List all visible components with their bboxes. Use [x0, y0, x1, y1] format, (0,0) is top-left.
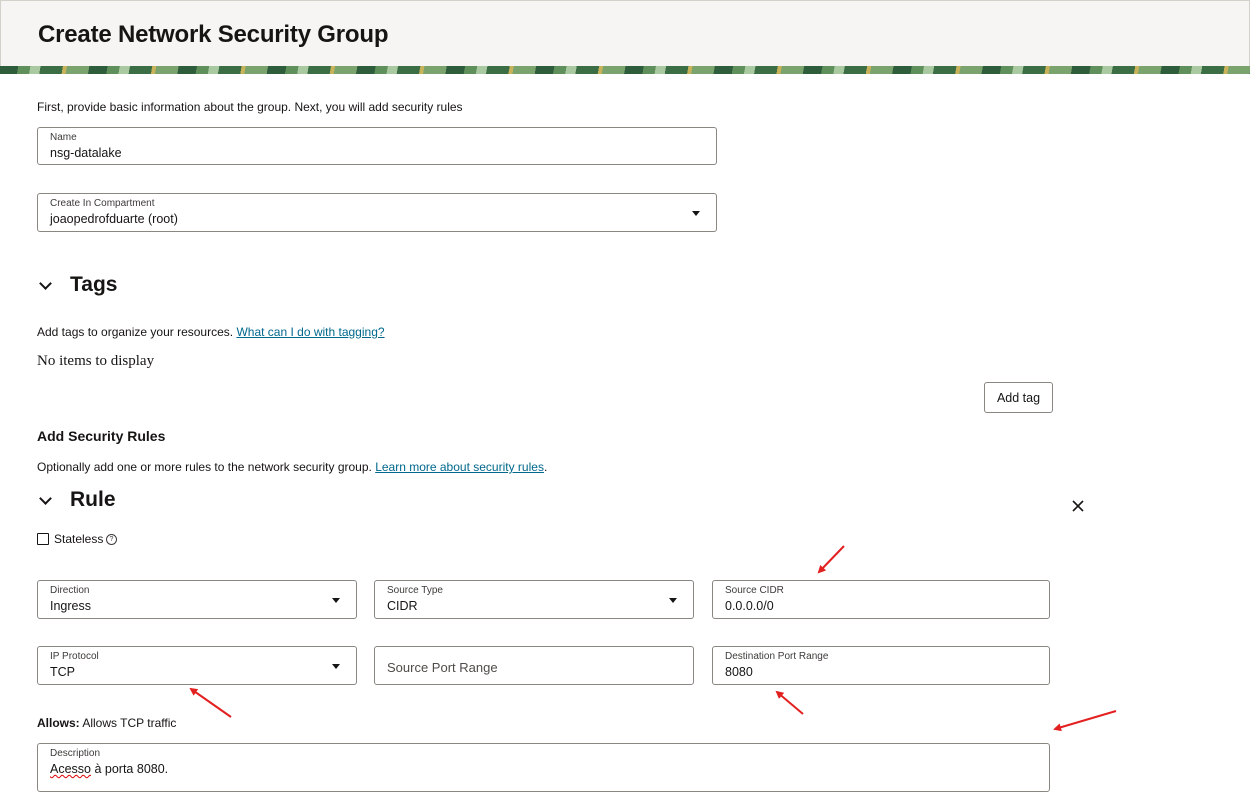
- tags-section-toggle[interactable]: Tags: [37, 273, 117, 297]
- stateless-label: Stateless: [54, 532, 104, 546]
- direction-label: Direction: [50, 585, 90, 596]
- source-port-range-placeholder: Source Port Range: [387, 660, 498, 675]
- annotation-arrow-source-cidr: [817, 545, 845, 574]
- source-port-range-field[interactable]: Source Port Range: [374, 646, 694, 685]
- chevron-down-icon: [39, 276, 52, 290]
- decorative-banner: [0, 66, 1250, 74]
- tags-description: Add tags to organize your resources. Wha…: [37, 325, 385, 339]
- close-icon[interactable]: [1068, 496, 1088, 516]
- intro-text: First, provide basic information about t…: [37, 100, 463, 114]
- source-type-select[interactable]: Source Type CIDR: [374, 580, 694, 619]
- destination-port-range-value: 8080: [725, 665, 753, 679]
- description-value-rest: à porta 8080.: [91, 762, 169, 776]
- caret-down-icon: [332, 663, 340, 669]
- destination-port-range-field[interactable]: Destination Port Range 8080: [712, 646, 1050, 685]
- name-field-label: Name: [50, 132, 77, 143]
- caret-down-icon: [692, 210, 700, 216]
- spellcheck-word: Acesso: [50, 762, 91, 776]
- destination-port-range-label: Destination Port Range: [725, 651, 829, 662]
- security-rules-period: .: [543, 460, 548, 474]
- compartment-select-value: joaopedrofduarte (root): [50, 212, 178, 226]
- rule-section-title: Rule: [70, 488, 116, 511]
- name-field[interactable]: Name nsg-datalake: [37, 127, 717, 165]
- page-header: Create Network Security Group: [0, 0, 1250, 67]
- allows-label: Allows:: [37, 716, 80, 730]
- add-tag-button[interactable]: Add tag: [984, 382, 1053, 413]
- name-field-value: nsg-datalake: [50, 146, 122, 160]
- stateless-checkbox[interactable]: [37, 533, 49, 545]
- compartment-select[interactable]: Create In Compartment joaopedrofduarte (…: [37, 193, 717, 232]
- ip-protocol-label: IP Protocol: [50, 651, 99, 662]
- page-title: Create Network Security Group: [38, 21, 389, 48]
- ip-protocol-value: TCP: [50, 665, 75, 679]
- tagging-help-link[interactable]: What can I do with tagging?: [236, 325, 384, 339]
- rule-section-toggle[interactable]: Rule: [37, 488, 116, 512]
- security-rules-heading: Add Security Rules: [37, 428, 166, 444]
- source-type-value: CIDR: [387, 599, 418, 613]
- ip-protocol-select[interactable]: IP Protocol TCP: [37, 646, 357, 685]
- annotation-arrow-description: [1053, 710, 1117, 732]
- direction-value: Ingress: [50, 599, 91, 613]
- tags-section-title: Tags: [70, 273, 118, 296]
- annotation-arrow-destination-port: [775, 690, 804, 715]
- source-type-label: Source Type: [387, 585, 443, 596]
- description-value: Acesso à porta 8080.: [50, 762, 168, 776]
- security-rules-description: Optionally add one or more rules to the …: [37, 460, 547, 474]
- help-circle-icon[interactable]: ?: [106, 534, 117, 545]
- description-field[interactable]: Description Acesso à porta 8080.: [37, 743, 1050, 792]
- description-label: Description: [50, 748, 101, 759]
- annotation-arrow-ip-protocol: [189, 687, 232, 718]
- source-cidr-value: 0.0.0.0/0: [725, 599, 774, 613]
- security-rules-description-text: Optionally add one or more rules to the …: [37, 460, 372, 474]
- security-rules-help-link[interactable]: Learn more about security rules: [375, 460, 544, 474]
- source-cidr-label: Source CIDR: [725, 585, 784, 596]
- tags-description-text: Add tags to organize your resources.: [37, 325, 234, 339]
- caret-down-icon: [332, 597, 340, 603]
- direction-select[interactable]: Direction Ingress: [37, 580, 357, 619]
- source-cidr-field[interactable]: Source CIDR 0.0.0.0/0: [712, 580, 1050, 619]
- compartment-select-label: Create In Compartment: [50, 198, 155, 209]
- caret-down-icon: [669, 597, 677, 603]
- allows-text: Allows: Allows TCP traffic: [37, 716, 176, 730]
- tags-empty-text: No items to display: [37, 353, 155, 369]
- chevron-down-icon: [39, 491, 52, 505]
- allows-value: Allows TCP traffic: [82, 716, 177, 730]
